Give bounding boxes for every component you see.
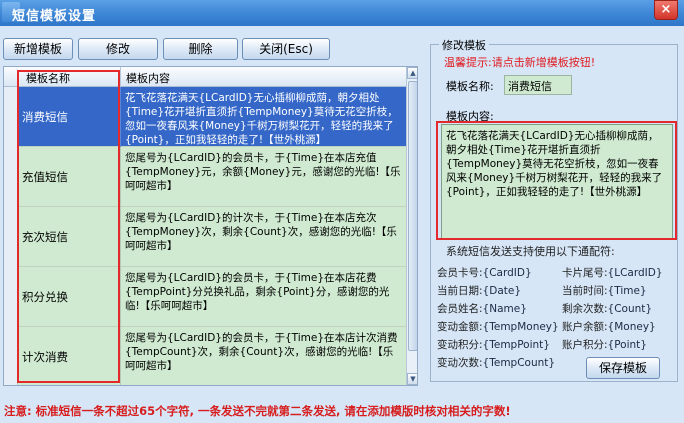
panel-legend: 修改模板 <box>439 37 489 53</box>
edit-template-button[interactable]: 修改 <box>78 38 158 60</box>
add-template-button[interactable]: 新增模板 <box>3 38 73 60</box>
row-name: 充次短信 <box>22 230 68 244</box>
wildcard-item: 变动次数:{TempCount} <box>437 357 556 369</box>
wildcard-item: 剩余次数:{Count} <box>562 303 653 315</box>
row-content: 您尾号为{LCardID}的计次卡，于{Time}在本店充次{TempMoney… <box>125 212 397 252</box>
grid-header: 模板名称 模板内容 <box>4 67 406 87</box>
row-selector-column <box>4 87 18 385</box>
wildcard-item: 变动积分:{TempPoint} <box>437 339 550 351</box>
table-row[interactable]: 充次短信 您尾号为{LCardID}的计次卡，于{Time}在本店充次{Temp… <box>18 207 406 267</box>
table-row[interactable]: 积分兑换 您尾号为{LCardID}的会员卡，于{Time}在本店花费{Temp… <box>18 267 406 327</box>
wildcard-item: 当前日期:{Date} <box>437 285 522 297</box>
column-header-name[interactable]: 模板名称 <box>26 70 70 86</box>
template-content-textarea[interactable]: 花飞花落花满天{LCardID}无心插柳柳成荫，朝夕相处{Time}花开堪折直须… <box>441 124 673 240</box>
row-name: 积分兑换 <box>22 290 68 304</box>
scroll-thumb[interactable] <box>408 81 417 351</box>
template-grid: 模板名称 模板内容 消费短信 花飞花落花满天{LCardID}无心插柳柳成荫，朝… <box>3 66 418 386</box>
row-content: 您尾号为{LCardID}的会员卡，于{Time}在本店充值{TempMoney… <box>125 152 401 192</box>
template-content-label: 模板内容: <box>446 110 494 123</box>
cell-separator <box>120 327 121 385</box>
close-button[interactable]: 关闭(Esc) <box>242 38 330 60</box>
window-title: 短信模板设置 <box>12 9 97 24</box>
table-row[interactable]: 消费短信 花飞花落花满天{LCardID}无心插柳柳成荫，朝夕相处{Time}花… <box>18 87 406 147</box>
wildcard-item: 会员姓名:{Name} <box>437 303 527 315</box>
delete-template-button[interactable]: 删除 <box>163 38 238 60</box>
close-window-button[interactable]: × <box>654 0 678 20</box>
cell-separator <box>120 147 121 207</box>
wildcard-item: 账户余额:{Money} <box>562 321 656 333</box>
table-row[interactable]: 充值短信 您尾号为{LCardID}的会员卡，于{Time}在本店充值{Temp… <box>18 147 406 207</box>
hint-text: 温馨提示:请点击新增模板按钮! <box>444 56 596 69</box>
notice-text: 注意: 标准短信一条不超过65个字符, 一条发送不完就第二条发送, 请在添加模版… <box>4 404 511 418</box>
template-name-label: 模板名称: <box>446 80 494 93</box>
save-template-button[interactable]: 保存模板 <box>586 357 660 379</box>
row-name: 充值短信 <box>22 170 68 184</box>
row-name: 计次消费 <box>22 350 68 364</box>
wildcard-support-text: 系统短信发送支持使用以下通配符: <box>446 245 615 258</box>
wildcard-item: 会员卡号:{CardID} <box>437 267 532 279</box>
column-header-content[interactable]: 模板内容 <box>126 70 170 86</box>
wildcard-item: 账户积分:{Point} <box>562 339 647 351</box>
row-content: 您尾号为{LCardID}的会员卡，于{Time}在本店计次消费{TempCou… <box>125 332 398 372</box>
row-name: 消费短信 <box>22 110 68 124</box>
title-bar: 短信模板设置 × <box>0 0 684 26</box>
wildcard-item: 变动金额:{TempMoney} <box>437 321 559 333</box>
scroll-up-icon[interactable]: ▲ <box>407 67 417 79</box>
cell-separator <box>120 267 121 327</box>
cell-separator <box>120 87 121 147</box>
row-content: 花飞花落花满天{LCardID}无心插柳柳成荫，朝夕相处{Time}花开堪折直须… <box>125 92 398 145</box>
template-name-input[interactable]: 消费短信 <box>504 75 572 95</box>
wildcard-item: 当前时间:{Time} <box>562 285 647 297</box>
row-content: 您尾号为{LCardID}的会员卡，于{Time}在本店花费{TempPoint… <box>125 272 390 312</box>
scroll-down-icon[interactable]: ▼ <box>407 373 417 385</box>
vertical-scrollbar[interactable]: ▲ ▼ <box>406 67 417 385</box>
column-separator <box>120 67 121 87</box>
cell-separator <box>120 207 121 267</box>
table-row[interactable]: 计次消费 您尾号为{LCardID}的会员卡，于{Time}在本店计次消费{Te… <box>18 327 406 385</box>
wildcard-item: 卡片尾号:{LCardID} <box>562 267 663 279</box>
